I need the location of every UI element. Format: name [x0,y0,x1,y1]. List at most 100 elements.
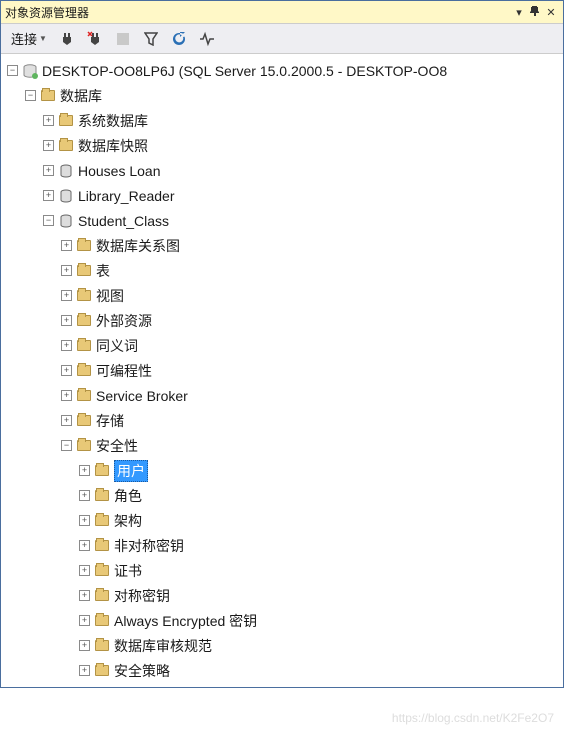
tree-node-security[interactable]: − 安全性 [1,433,563,458]
expand-icon[interactable]: + [61,340,72,351]
collapse-icon[interactable]: − [61,440,72,451]
folder-icon [76,363,92,379]
window-position-icon[interactable]: ▾ [511,6,527,19]
expand-icon[interactable]: + [43,115,54,126]
tree-node-student-class[interactable]: − Student_Class [1,208,563,233]
tree-node-houses-loan[interactable]: + Houses Loan [1,158,563,183]
folder-icon [40,88,56,104]
tree-label: 可编程性 [96,361,152,381]
folder-icon [94,613,110,629]
tree-label: Library_Reader [78,188,175,204]
expand-icon[interactable]: + [61,390,72,401]
folder-icon [94,488,110,504]
collapse-icon[interactable]: − [25,90,36,101]
tree-node-system-databases[interactable]: + 系统数据库 [1,108,563,133]
tree-label: 非对称密钥 [114,536,184,556]
tree-label: 证书 [114,561,142,581]
folder-icon [94,663,110,679]
folder-icon [58,113,74,129]
tree-node-security-policies[interactable]: + 安全策略 [1,658,563,683]
tree-node-storage[interactable]: + 存储 [1,408,563,433]
tree-node-synonyms[interactable]: + 同义词 [1,333,563,358]
tree-label: 数据库审核规范 [114,636,212,656]
tree-node-symmetric-keys[interactable]: + 对称密钥 [1,583,563,608]
tree-label: 系统数据库 [78,111,148,131]
folder-icon [76,263,92,279]
pin-icon[interactable] [527,6,543,19]
folder-icon [58,138,74,154]
expand-icon[interactable]: + [79,665,90,676]
tree-node-library-reader[interactable]: + Library_Reader [1,183,563,208]
tree-label: 外部资源 [96,311,152,331]
object-explorer-tree[interactable]: − DESKTOP-OO8LP6J (SQL Server 15.0.2000.… [1,54,563,687]
expand-icon[interactable]: + [79,565,90,576]
activity-icon-button[interactable] [195,29,219,49]
expand-icon[interactable]: + [61,240,72,251]
database-icon [58,163,74,179]
folder-icon [76,388,92,404]
folder-icon [76,288,92,304]
expand-icon[interactable]: + [79,540,90,551]
tree-node-db-audit[interactable]: + 数据库审核规范 [1,633,563,658]
tree-node-asymmetric-keys[interactable]: + 非对称密钥 [1,533,563,558]
tree-label: Student_Class [78,213,169,229]
tree-node-programmability[interactable]: + 可编程性 [1,358,563,383]
tree-node-views[interactable]: + 视图 [1,283,563,308]
collapse-icon[interactable]: − [43,215,54,226]
folder-icon [94,513,110,529]
folder-icon [76,313,92,329]
connect-label: 连接 [11,29,37,48]
tree-node-always-encrypted[interactable]: + Always Encrypted 密钥 [1,608,563,633]
tree-node-roles[interactable]: + 角色 [1,483,563,508]
tree-node-external-resources[interactable]: + 外部资源 [1,308,563,333]
tree-label: 数据库 [60,86,102,106]
expand-icon[interactable]: + [61,315,72,326]
expand-icon[interactable]: + [79,640,90,651]
tree-label: Service Broker [96,388,188,404]
tree-label: 数据库快照 [78,136,148,156]
expand-icon[interactable]: + [43,165,54,176]
tree-label-selected: 用户 [114,460,148,482]
connect-icon-button[interactable] [55,29,79,49]
tree-label: DESKTOP-OO8LP6J (SQL Server 15.0.2000.5 … [42,63,447,79]
tree-node-service-broker[interactable]: + Service Broker [1,383,563,408]
panel-titlebar: 对象资源管理器 ▾ ✕ [1,0,563,24]
expand-icon[interactable]: + [79,590,90,601]
collapse-icon[interactable]: − [7,65,18,76]
tree-label: Houses Loan [78,163,161,179]
connect-button[interactable]: 连接 ▼ [7,27,51,50]
tree-node-certificates[interactable]: + 证书 [1,558,563,583]
folder-icon [76,438,92,454]
tree-label: 存储 [96,411,124,431]
tree-node-db-snapshots[interactable]: + 数据库快照 [1,133,563,158]
folder-icon [76,238,92,254]
tree-label: 视图 [96,286,124,306]
expand-icon[interactable]: + [61,365,72,376]
expand-icon[interactable]: + [61,265,72,276]
tree-node-tables[interactable]: + 表 [1,258,563,283]
tree-label: 表 [96,261,110,281]
expand-icon[interactable]: + [79,515,90,526]
folder-icon [94,588,110,604]
stop-icon-button[interactable] [111,31,135,47]
folder-icon [94,563,110,579]
filter-icon-button[interactable] [139,30,163,48]
refresh-icon-button[interactable] [167,29,191,49]
tree-node-databases[interactable]: − 数据库 [1,83,563,108]
tree-node-server[interactable]: − DESKTOP-OO8LP6J (SQL Server 15.0.2000.… [1,58,563,83]
disconnect-icon-button[interactable] [83,29,107,49]
expand-icon[interactable]: + [79,615,90,626]
tree-node-users[interactable]: + 用户 [1,458,563,483]
tree-label: 安全性 [96,436,138,456]
expand-icon[interactable]: + [43,190,54,201]
tree-node-db-diagrams[interactable]: + 数据库关系图 [1,233,563,258]
close-icon[interactable]: ✕ [543,6,559,19]
expand-icon[interactable]: + [61,415,72,426]
expand-icon[interactable]: + [79,490,90,501]
expand-icon[interactable]: + [61,290,72,301]
expand-icon[interactable]: + [79,465,90,476]
tree-node-schemas[interactable]: + 架构 [1,508,563,533]
watermark: https://blog.csdn.net/K2Fe2O7 [392,711,554,725]
expand-icon[interactable]: + [43,140,54,151]
dropdown-icon: ▼ [39,34,47,43]
